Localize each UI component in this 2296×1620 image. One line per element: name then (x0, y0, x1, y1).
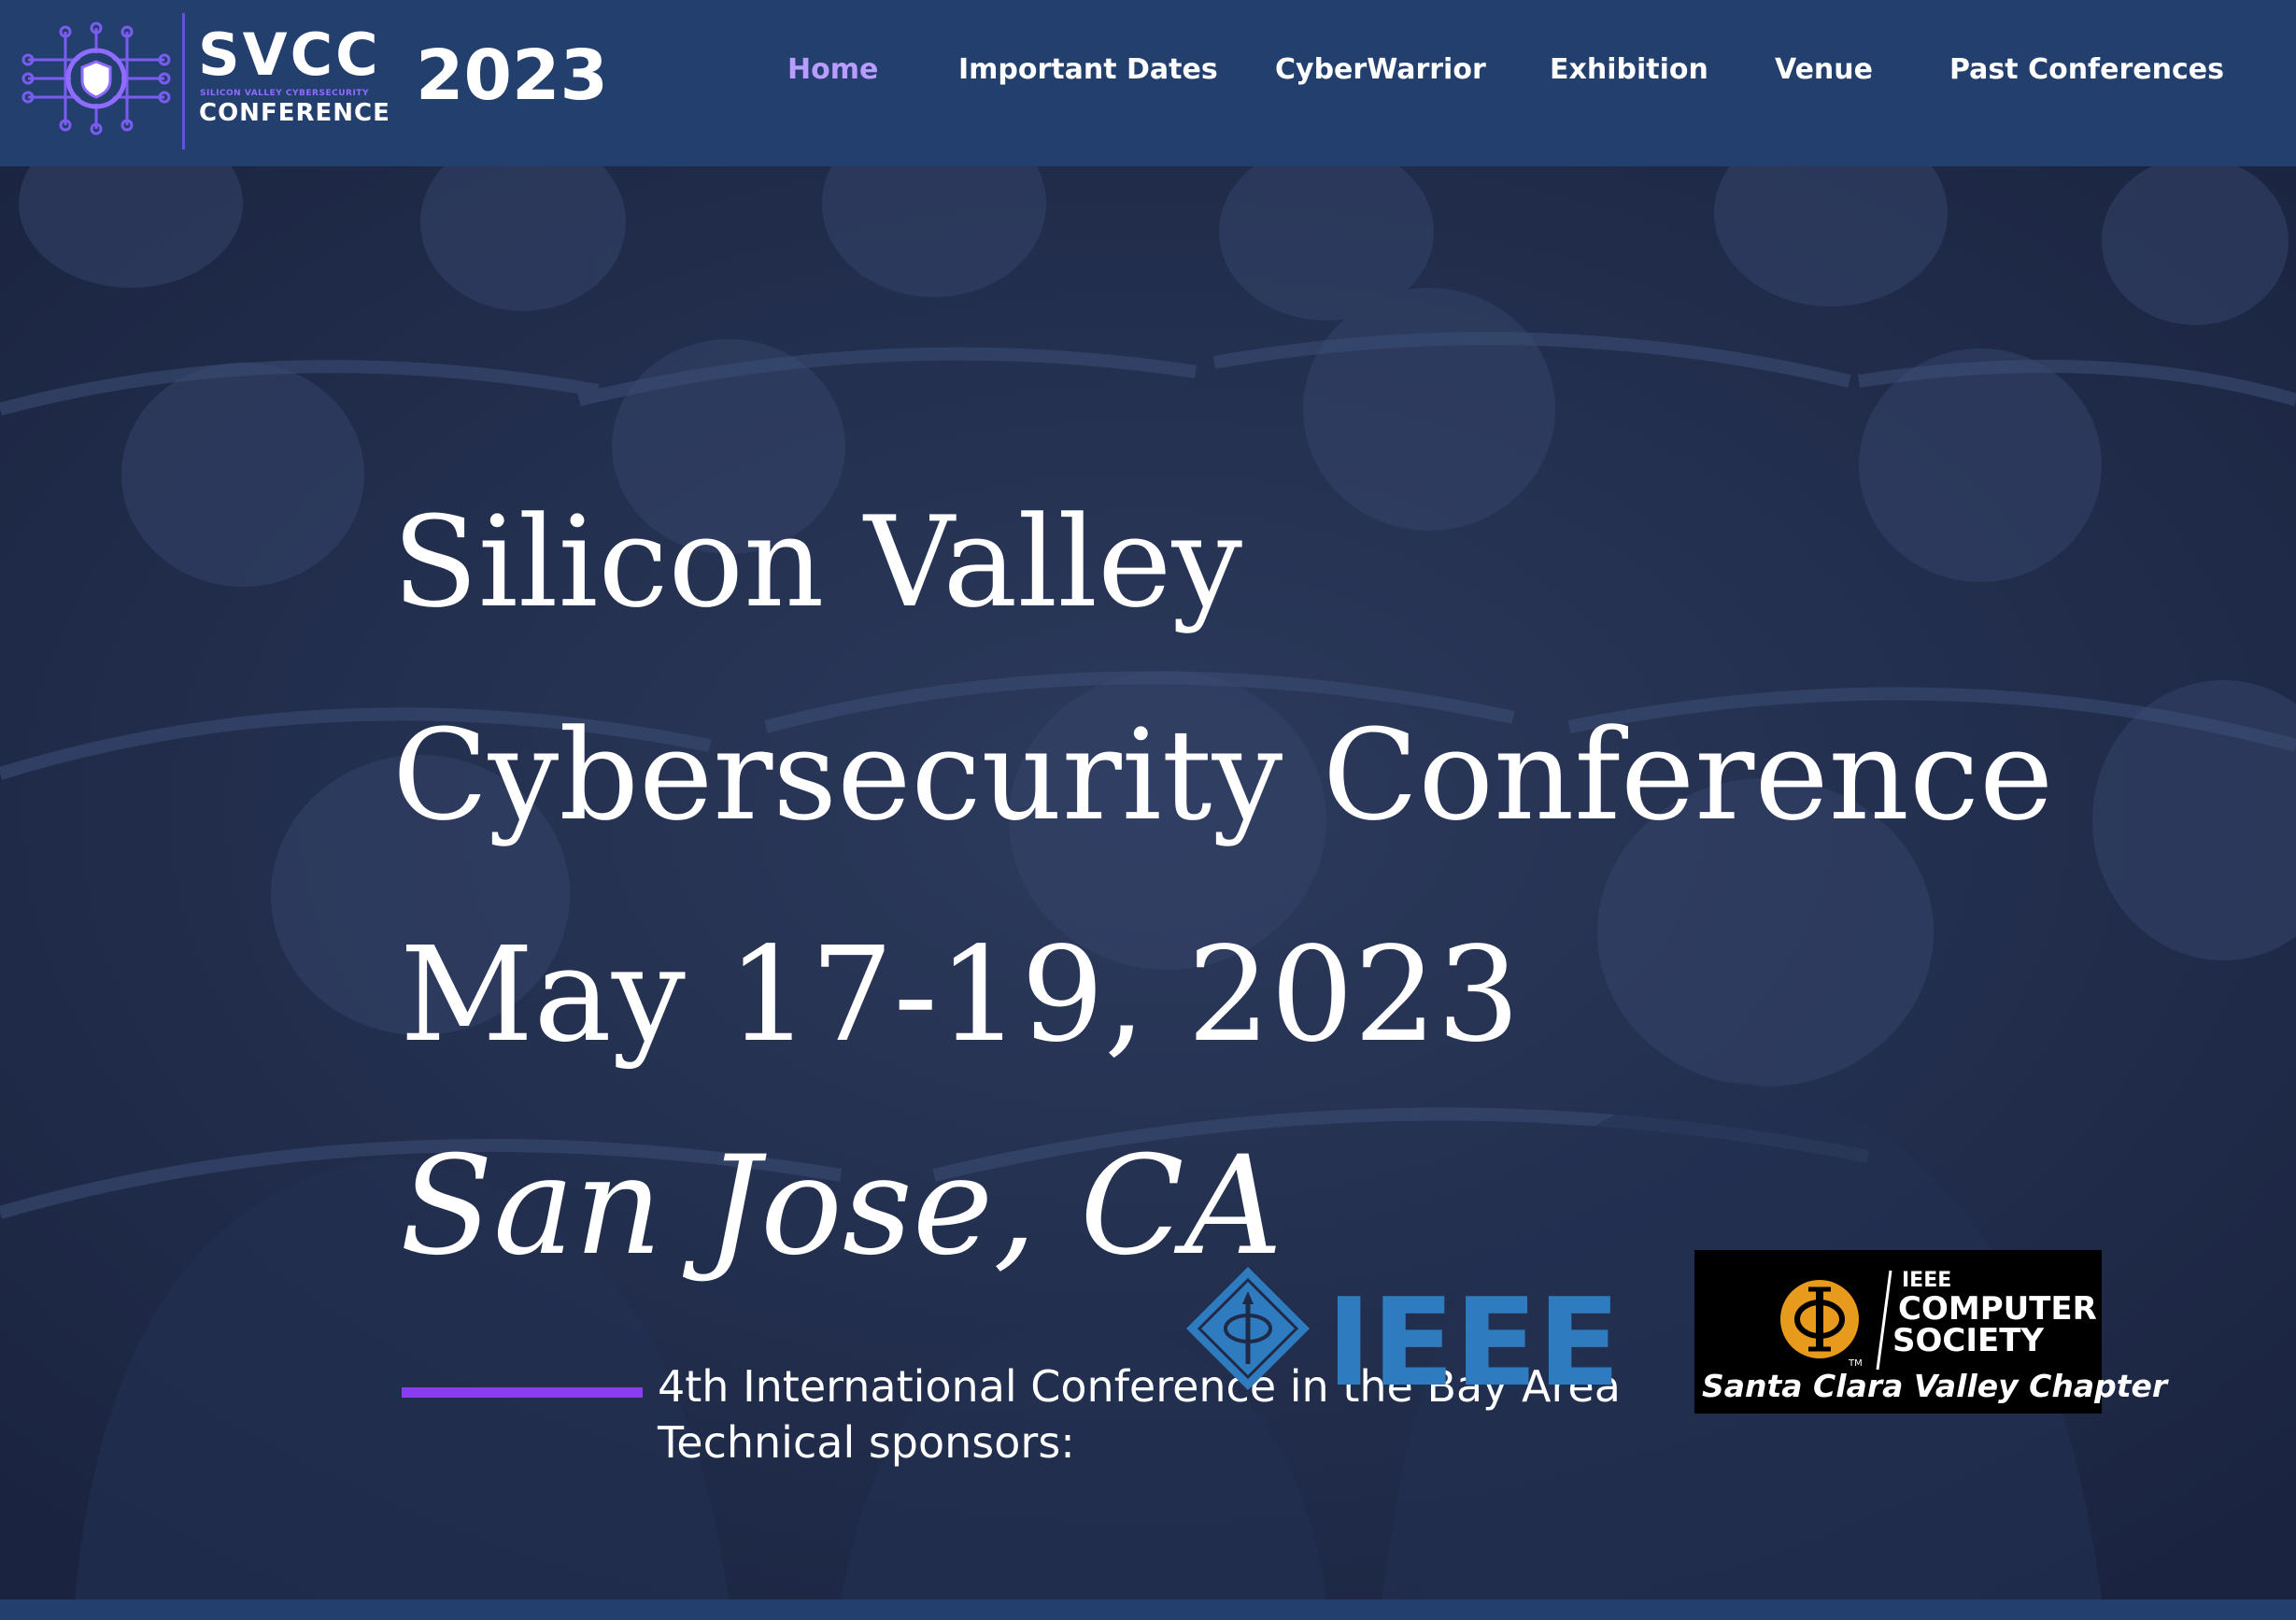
nav-cyberwarrior[interactable]: CyberWarrior (1275, 56, 1486, 84)
hero-title-line1: Silicon Valley (392, 490, 1243, 635)
logo-divider (182, 13, 185, 149)
cs-chapter-text: Santa Clara Valley Chapter (1702, 1368, 2168, 1404)
hero-title-line2: Cybersecurity Conference (392, 703, 2054, 848)
circuit-shield-logo-icon[interactable] (21, 21, 172, 136)
hero-date: May 17-19, 2023 (400, 919, 1521, 1072)
nav-home[interactable]: Home (787, 56, 878, 84)
cs-society-text: SOCIETY (1892, 1322, 2045, 1359)
logo-subword: CONFERENCE (199, 99, 390, 127)
computer-society-phi-icon (1780, 1280, 1859, 1358)
cs-slash-divider (1876, 1270, 1892, 1371)
technical-sponsors-label: Technical sponsors: (658, 1417, 1075, 1468)
header-year: 2023 (416, 36, 608, 116)
nav-past-conferences[interactable]: Past Conferences (1949, 56, 2224, 84)
ieee-diamond-icon: IEEE (1186, 1267, 1621, 1414)
hero-title: Silicon Valley Cybersecurity Conference (392, 456, 2053, 882)
nav-exhibition[interactable]: Exhibition (1550, 56, 1708, 84)
logo-tagline: SILICON VALLEY CYBERSECURITY (200, 89, 369, 98)
accent-divider (402, 1387, 643, 1398)
computer-society-sponsor-logo[interactable]: TM IEEE COMPUTER SOCIETY Santa Clara Val… (1694, 1250, 2168, 1414)
logo-wordmark[interactable]: SVCC (198, 26, 381, 84)
cs-ieee-text: IEEE (1902, 1269, 1952, 1292)
top-navigation-bar: SVCC SILICON VALLEY CYBERSECURITY CONFER… (0, 0, 2296, 166)
nav-important-dates[interactable]: Important Dates (958, 56, 1218, 84)
bottom-strip (0, 1599, 2296, 1620)
hero-location: San Jose, CA (400, 1127, 1283, 1286)
nav-venue[interactable]: Venue (1775, 56, 1873, 84)
ieee-sponsor-logo[interactable]: IEEE (1184, 1263, 1625, 1414)
ieee-wordmark: IEEE (1326, 1272, 1621, 1398)
